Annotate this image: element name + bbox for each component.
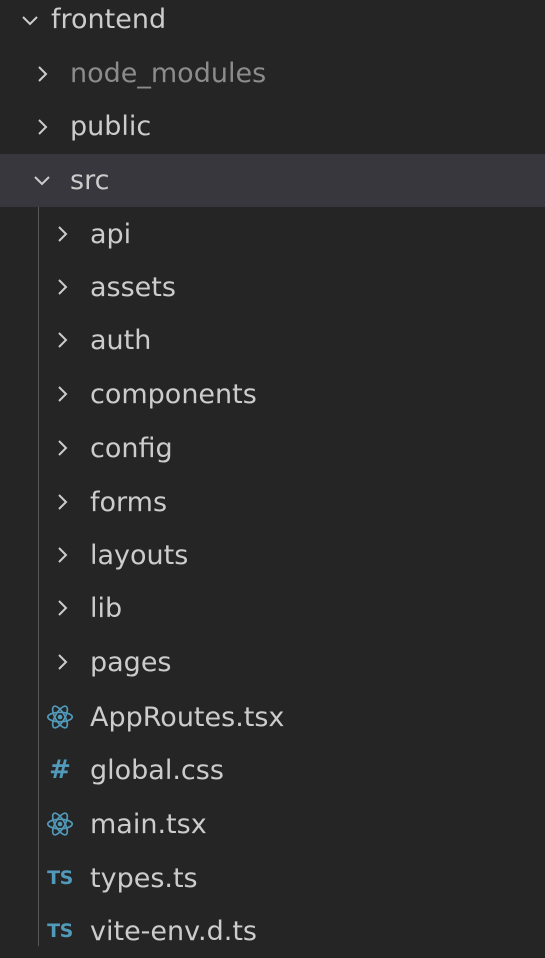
tree-item-public[interactable]: public [0, 100, 545, 153]
tree-item-label: config [90, 433, 173, 464]
chevron-right-icon [52, 492, 72, 512]
tree-item-label: auth [90, 325, 152, 356]
file-explorer-tree: frontend node_modules public src api ass… [0, 0, 545, 947]
chevron-right-icon [52, 545, 72, 565]
chevron-right-icon [32, 64, 52, 84]
tree-item-label: layouts [90, 540, 189, 571]
chevron-right-icon [52, 224, 72, 244]
tree-item-label: main.tsx [90, 809, 207, 840]
tree-item-forms[interactable]: forms [0, 476, 545, 529]
typescript-icon: TS [47, 920, 73, 942]
tree-item-components[interactable]: components [0, 368, 545, 421]
chevron-right-icon [52, 384, 72, 404]
tree-item-lib[interactable]: lib [0, 582, 545, 635]
chevron-down-icon [32, 170, 52, 190]
tree-item-label: public [70, 111, 152, 142]
tree-item-label: vite-env.d.ts [90, 916, 257, 947]
chevron-down-icon [20, 10, 40, 30]
tree-item-assets[interactable]: assets [0, 261, 545, 314]
tree-item-layouts[interactable]: layouts [0, 529, 545, 582]
tree-item-src[interactable]: src [0, 154, 545, 207]
tree-item-label: lib [90, 593, 123, 624]
tree-item-label: AppRoutes.tsx [90, 702, 285, 733]
tree-item-label: api [90, 219, 132, 250]
chevron-right-icon [52, 438, 72, 458]
tree-item-label: src [70, 165, 110, 196]
tree-item-label: global.css [90, 755, 224, 786]
chevron-right-icon [52, 277, 72, 297]
tree-item-frontend[interactable]: frontend [0, 0, 545, 46]
tree-item-pages[interactable]: pages [0, 636, 545, 689]
tree-item-main-tsx[interactable]: main.tsx [0, 798, 545, 851]
css-hash-icon: # [49, 755, 71, 785]
chevron-right-icon [32, 117, 52, 137]
tree-item-auth[interactable]: auth [0, 314, 545, 367]
tree-item-vite-env-d-ts[interactable]: TS vite-env.d.ts [0, 905, 545, 958]
tree-item-label: node_modules [70, 58, 267, 89]
tree-item-label: pages [90, 647, 172, 678]
tree-item-label: types.ts [90, 863, 198, 894]
tree-item-approutes-tsx[interactable]: AppRoutes.tsx [0, 691, 545, 744]
tree-item-node-modules[interactable]: node_modules [0, 47, 545, 100]
tree-item-types-ts[interactable]: TS types.ts [0, 852, 545, 905]
tree-item-label: components [90, 379, 257, 410]
tree-item-label: forms [90, 487, 168, 518]
tree-item-global-css[interactable]: # global.css [0, 744, 545, 797]
chevron-right-icon [52, 598, 72, 618]
tree-item-api[interactable]: api [0, 208, 545, 261]
tree-item-label: frontend [51, 4, 167, 35]
typescript-icon: TS [47, 867, 73, 889]
chevron-right-icon [52, 652, 72, 672]
react-icon [44, 701, 76, 733]
tree-item-label: assets [90, 272, 176, 303]
react-icon [44, 808, 76, 840]
chevron-right-icon [52, 330, 72, 350]
tree-item-config[interactable]: config [0, 422, 545, 475]
